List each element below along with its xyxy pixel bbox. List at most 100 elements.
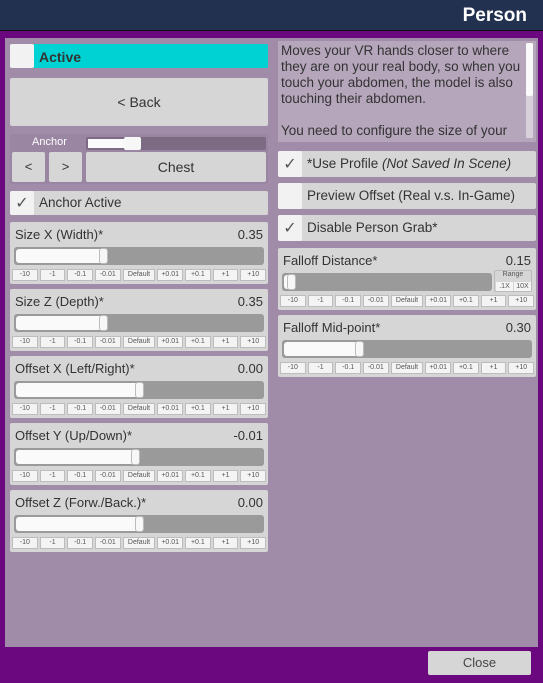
slider-thumb[interactable] <box>99 315 108 331</box>
anchor-value-button[interactable]: Chest <box>86 152 266 182</box>
close-button[interactable]: Close <box>428 651 531 675</box>
step-button[interactable]: +10 <box>240 269 266 281</box>
step-button[interactable]: +10 <box>240 403 266 415</box>
step-button[interactable]: -0.01 <box>94 269 121 281</box>
step-button[interactable]: Default <box>122 336 156 348</box>
step-button[interactable]: -1 <box>307 295 334 307</box>
step-button[interactable]: +1 <box>212 537 239 549</box>
step-button[interactable]: +0.01 <box>425 295 452 307</box>
slider-thumb[interactable] <box>135 516 144 532</box>
step-button[interactable]: -10 <box>280 362 306 374</box>
step-button[interactable]: Default <box>390 295 424 307</box>
range-large-button[interactable]: 10X <box>514 282 531 291</box>
step-button[interactable]: -0.1 <box>67 336 93 348</box>
step-button[interactable]: -0.01 <box>94 470 121 482</box>
anchor-slider[interactable] <box>86 137 266 150</box>
step-button[interactable]: -0.1 <box>335 362 361 374</box>
step-button[interactable]: -1 <box>307 362 334 374</box>
step-button[interactable]: +0.1 <box>185 403 211 415</box>
step-button[interactable]: +1 <box>480 295 507 307</box>
slider-thumb[interactable] <box>99 248 108 264</box>
step-button[interactable]: +1 <box>480 362 507 374</box>
step-button[interactable]: +0.01 <box>157 403 184 415</box>
anchor-slider-thumb[interactable] <box>124 137 141 150</box>
step-button[interactable]: +0.1 <box>185 537 211 549</box>
slider-track[interactable] <box>282 273 492 291</box>
step-button[interactable]: -0.01 <box>362 362 389 374</box>
step-button[interactable]: -0.1 <box>67 403 93 415</box>
checkbox[interactable] <box>278 183 302 209</box>
slider-track[interactable] <box>14 448 264 466</box>
step-button[interactable]: +10 <box>508 362 534 374</box>
step-button[interactable]: -10 <box>12 336 38 348</box>
slider-track[interactable] <box>14 314 264 332</box>
step-button[interactable]: -10 <box>12 269 38 281</box>
step-button[interactable]: Default <box>122 403 156 415</box>
step-button[interactable]: +0.01 <box>157 470 184 482</box>
slider-thumb[interactable] <box>355 341 364 357</box>
step-button[interactable]: +0.01 <box>425 362 452 374</box>
slider-thumb[interactable] <box>287 274 296 290</box>
step-button[interactable]: +0.01 <box>157 336 184 348</box>
step-button[interactable]: -10 <box>12 537 38 549</box>
checkmark-icon[interactable]: ✓ <box>278 151 302 177</box>
slider-value: 0.30 <box>505 320 531 335</box>
back-button[interactable]: < Back <box>10 78 268 126</box>
step-button[interactable]: +0.1 <box>453 362 479 374</box>
step-button[interactable]: -0.1 <box>335 295 361 307</box>
step-button[interactable]: +1 <box>212 403 239 415</box>
step-button[interactable]: -1 <box>39 470 66 482</box>
step-button[interactable]: Default <box>122 470 156 482</box>
step-button[interactable]: +0.1 <box>453 295 479 307</box>
checkmark-icon[interactable]: ✓ <box>10 191 34 215</box>
option-toggle[interactable]: Preview Offset (Real v.s. In-Game) <box>278 183 536 209</box>
option-toggle[interactable]: ✓ *Use Profile (Not Saved In Scene) <box>278 151 536 177</box>
step-button[interactable]: +1 <box>212 269 239 281</box>
step-button[interactable]: -0.1 <box>67 537 93 549</box>
slider-thumb[interactable] <box>135 382 144 398</box>
step-button[interactable]: +1 <box>212 336 239 348</box>
slider-track[interactable] <box>14 515 264 533</box>
option-toggle[interactable]: ✓ Disable Person Grab* <box>278 215 536 241</box>
step-button[interactable]: -10 <box>12 403 38 415</box>
checkmark-icon[interactable]: ✓ <box>278 215 302 241</box>
step-button[interactable]: +10 <box>240 470 266 482</box>
slider-track[interactable] <box>282 340 532 358</box>
anchor-active-toggle[interactable]: ✓ Anchor Active <box>10 191 268 215</box>
scrollbar-thumb[interactable] <box>526 43 533 96</box>
step-button[interactable]: +10 <box>240 336 266 348</box>
step-button[interactable]: +0.1 <box>185 470 211 482</box>
slider-track[interactable] <box>14 247 264 265</box>
slider-track[interactable] <box>14 381 264 399</box>
step-button[interactable]: +0.1 <box>185 269 211 281</box>
slider-thumb[interactable] <box>131 449 140 465</box>
anchor-prev-button[interactable]: < <box>12 152 45 182</box>
step-button[interactable]: -0.01 <box>362 295 389 307</box>
active-checkbox[interactable] <box>10 44 34 68</box>
step-button[interactable]: +0.1 <box>185 336 211 348</box>
description-scrollbar[interactable] <box>526 43 533 138</box>
step-button[interactable]: -1 <box>39 269 66 281</box>
active-toggle[interactable]: Active <box>10 44 268 68</box>
step-button[interactable]: -10 <box>280 295 306 307</box>
step-button[interactable]: +0.01 <box>157 537 184 549</box>
step-button[interactable]: -0.01 <box>94 537 121 549</box>
step-button[interactable]: -0.01 <box>94 403 121 415</box>
step-button[interactable]: +1 <box>212 470 239 482</box>
description-textbox[interactable]: Moves your VR hands closer to where they… <box>278 41 536 142</box>
range-small-button[interactable]: .1X <box>496 282 513 291</box>
step-button[interactable]: +0.01 <box>157 269 184 281</box>
anchor-next-button[interactable]: > <box>49 152 82 182</box>
step-button[interactable]: -0.01 <box>94 336 121 348</box>
step-button[interactable]: -1 <box>39 403 66 415</box>
step-button[interactable]: Default <box>122 537 156 549</box>
step-button[interactable]: -1 <box>39 336 66 348</box>
step-button[interactable]: -0.1 <box>67 470 93 482</box>
step-button[interactable]: +10 <box>240 537 266 549</box>
step-button[interactable]: Default <box>390 362 424 374</box>
step-button[interactable]: -1 <box>39 537 66 549</box>
step-button[interactable]: Default <box>122 269 156 281</box>
step-button[interactable]: +10 <box>508 295 534 307</box>
step-button[interactable]: -0.1 <box>67 269 93 281</box>
step-button[interactable]: -10 <box>12 470 38 482</box>
